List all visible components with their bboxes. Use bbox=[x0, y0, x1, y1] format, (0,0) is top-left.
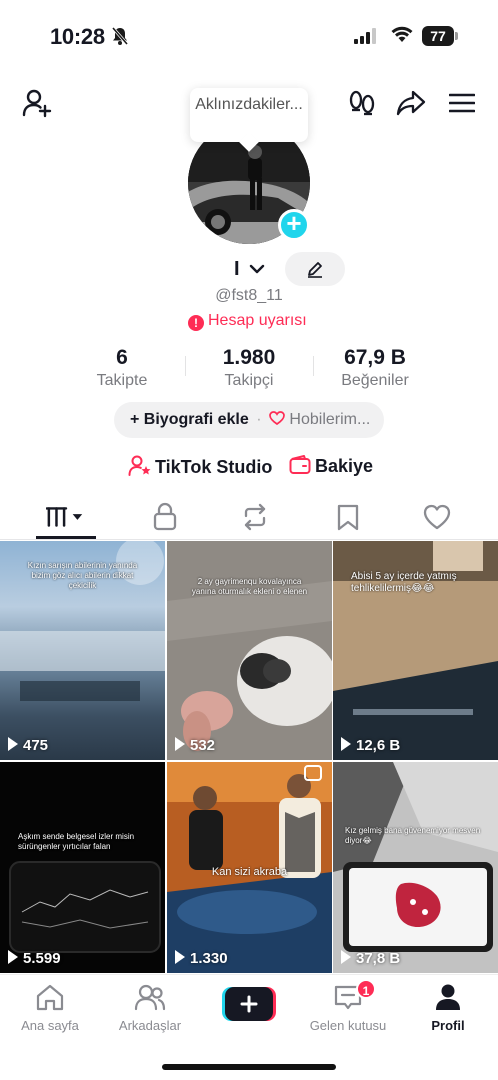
person-star-icon bbox=[128, 455, 151, 476]
play-icon bbox=[8, 737, 18, 751]
add-bio-button[interactable]: Biyografi ekle bbox=[144, 411, 249, 428]
video-caption: Kız gelmiş bana güvenemiyor mesven diyor… bbox=[345, 826, 481, 845]
video-views: 475 bbox=[8, 737, 48, 754]
nav-friends[interactable]: Arkadaşlar bbox=[116, 983, 184, 1033]
content-tabs bbox=[0, 494, 498, 540]
play-icon bbox=[175, 737, 185, 751]
battery-icon: 77 bbox=[422, 26, 458, 46]
nav-inbox-label: Gelen kutusu bbox=[309, 1018, 387, 1033]
likes-count: 67,9 B bbox=[344, 346, 406, 369]
balance-link[interactable]: Bakiye bbox=[289, 455, 373, 477]
wifi-icon bbox=[391, 26, 413, 42]
video-views: 37,8 B bbox=[341, 950, 400, 967]
chevron-down-icon bbox=[249, 264, 265, 274]
add-avatar-button[interactable]: + bbox=[278, 209, 310, 241]
liked-tab-icon[interactable] bbox=[417, 502, 457, 532]
inbox-badge: 1 bbox=[356, 979, 376, 999]
balance-label: Bakiye bbox=[315, 456, 374, 476]
video-thumbnail bbox=[167, 541, 332, 760]
active-tab-indicator bbox=[36, 536, 96, 539]
likes-label: Beğeniler bbox=[341, 372, 409, 389]
profile-icon bbox=[436, 984, 460, 1010]
video-tile[interactable]: Abisi 5 ay içerde yatmış tehlikelilermiş… bbox=[333, 541, 498, 760]
bell-muted-icon bbox=[111, 27, 129, 45]
video-views-count: 1.330 bbox=[190, 950, 228, 967]
bio-pill[interactable]: + Biyografi ekle · Hobilerim... bbox=[114, 402, 384, 438]
display-name: I bbox=[234, 258, 240, 280]
video-views: 5.599 bbox=[8, 950, 61, 967]
video-views-count: 5.599 bbox=[23, 950, 61, 967]
likes-stat[interactable]: 67,9 B Beğeniler bbox=[330, 346, 420, 390]
followers-stat[interactable]: 1.980 Takipçi bbox=[204, 346, 294, 390]
create-button[interactable] bbox=[222, 987, 276, 1021]
heart-icon bbox=[269, 411, 285, 426]
video-views-count: 12,6 B bbox=[356, 737, 401, 754]
note-tooltip[interactable]: Aklınızdakiler... bbox=[190, 88, 308, 152]
home-indicator bbox=[162, 1064, 336, 1070]
nav-home-label: Ana sayfa bbox=[21, 1018, 79, 1033]
nav-home[interactable]: Ana sayfa bbox=[20, 983, 80, 1033]
wallet-icon bbox=[289, 455, 311, 474]
share-icon[interactable] bbox=[396, 89, 426, 117]
edit-profile-button[interactable] bbox=[285, 252, 345, 286]
following-count: 6 bbox=[116, 346, 128, 369]
video-caption: Kızın sarışın abilerinin yanında bizim g… bbox=[27, 561, 138, 590]
video-views-count: 37,8 B bbox=[356, 950, 401, 967]
add-friend-icon[interactable] bbox=[22, 88, 52, 118]
video-grid: Kızın sarışın abilerinin yanında bizim g… bbox=[0, 541, 498, 973]
play-icon bbox=[341, 737, 351, 751]
video-caption: Aşkım sende belgesel izler misin sürünge… bbox=[18, 832, 135, 851]
username: @fst8_11 bbox=[215, 287, 283, 304]
nav-friends-label: Arkadaşlar bbox=[118, 1018, 182, 1033]
plus-icon: + bbox=[130, 411, 140, 428]
nav-inbox[interactable]: Gelen kutusu bbox=[306, 983, 390, 1033]
home-icon bbox=[36, 984, 64, 1011]
warning-icon: ! bbox=[188, 315, 204, 331]
video-thumbnail bbox=[0, 762, 165, 973]
followers-label: Takipçi bbox=[224, 372, 274, 389]
video-tile[interactable]: Kan sizi akraba 1.330 bbox=[167, 762, 332, 973]
following-label: Takipte bbox=[96, 372, 148, 389]
video-tile[interactable]: 2 ay gayrimenqu kovalayınca yanına oturm… bbox=[167, 541, 332, 760]
lock-tab-icon[interactable] bbox=[145, 502, 185, 532]
videos-tab-icon[interactable] bbox=[46, 502, 86, 532]
status-bar: 10:28 77 bbox=[0, 0, 498, 70]
video-thumbnail bbox=[333, 762, 498, 973]
video-views-count: 475 bbox=[23, 737, 49, 754]
play-icon bbox=[175, 950, 185, 964]
hobbies-button[interactable]: Hobilerim... bbox=[289, 411, 370, 428]
video-caption: 2 ay gayrimenqu kovalayınca yanına oturm… bbox=[191, 577, 308, 596]
nav-profile-label: Profil bbox=[431, 1018, 465, 1033]
video-views: 1.330 bbox=[175, 950, 228, 967]
nav-profile[interactable]: Profil bbox=[426, 983, 470, 1033]
battery-level: 77 bbox=[422, 26, 454, 46]
tiktok-studio-label: TikTok Studio bbox=[155, 457, 273, 477]
friends-icon bbox=[134, 984, 166, 1011]
status-time: 10:28 bbox=[50, 24, 105, 49]
pencil-icon bbox=[308, 262, 322, 278]
video-tile[interactable]: Aşkım sende belgesel izler misin sürünge… bbox=[0, 762, 165, 973]
video-caption: Abisi 5 ay içerde yatmış tehlikelilermiş… bbox=[351, 571, 457, 594]
footprints-icon[interactable] bbox=[348, 89, 376, 117]
video-views-count: 532 bbox=[190, 737, 216, 754]
following-stat[interactable]: 6 Takipte bbox=[88, 346, 156, 390]
bookmark-tab-icon[interactable] bbox=[328, 502, 368, 532]
account-warning-link[interactable]: ! Hesap uyarısı bbox=[188, 312, 307, 331]
followers-count: 1.980 bbox=[222, 346, 276, 369]
play-icon bbox=[341, 950, 351, 964]
video-views: 532 bbox=[175, 737, 215, 754]
menu-icon[interactable] bbox=[449, 92, 475, 114]
video-caption: Kan sizi akraba bbox=[211, 866, 288, 878]
account-warning-text: Hesap uyarısı bbox=[208, 312, 307, 329]
video-views: 12,6 B bbox=[341, 737, 400, 754]
tooltip-text: Aklınızdakiler... bbox=[195, 96, 303, 113]
play-icon bbox=[8, 950, 18, 964]
plus-icon bbox=[222, 987, 276, 1021]
repost-tab-icon[interactable] bbox=[235, 502, 275, 532]
video-tile[interactable]: Kızın sarışın abilerinin yanında bizim g… bbox=[0, 541, 165, 760]
video-tile[interactable]: Kız gelmiş bana güvenemiyor mesven diyor… bbox=[333, 762, 498, 973]
tiktok-studio-link[interactable]: TikTok Studio bbox=[128, 455, 272, 478]
signal-icon bbox=[354, 28, 376, 44]
